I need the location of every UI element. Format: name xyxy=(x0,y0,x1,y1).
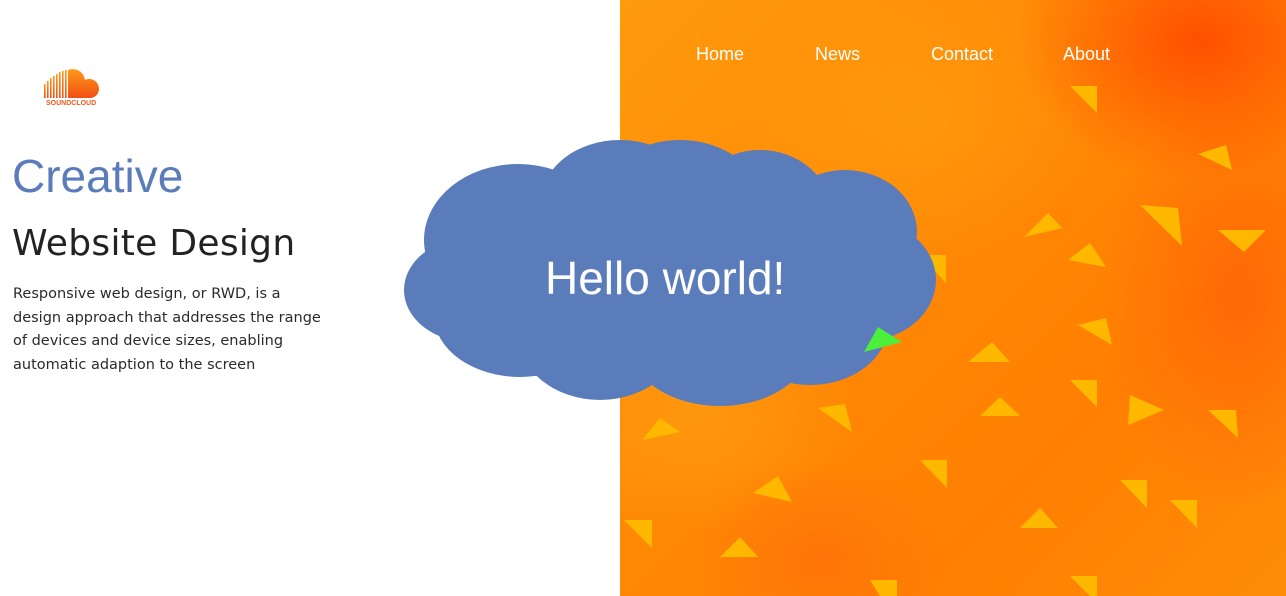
page: Home News Contact About SOUNDCLOUD Creat… xyxy=(0,0,1286,596)
cloud-greeting-text: Hello world! xyxy=(545,252,786,304)
green-pointer-icon xyxy=(864,327,902,352)
